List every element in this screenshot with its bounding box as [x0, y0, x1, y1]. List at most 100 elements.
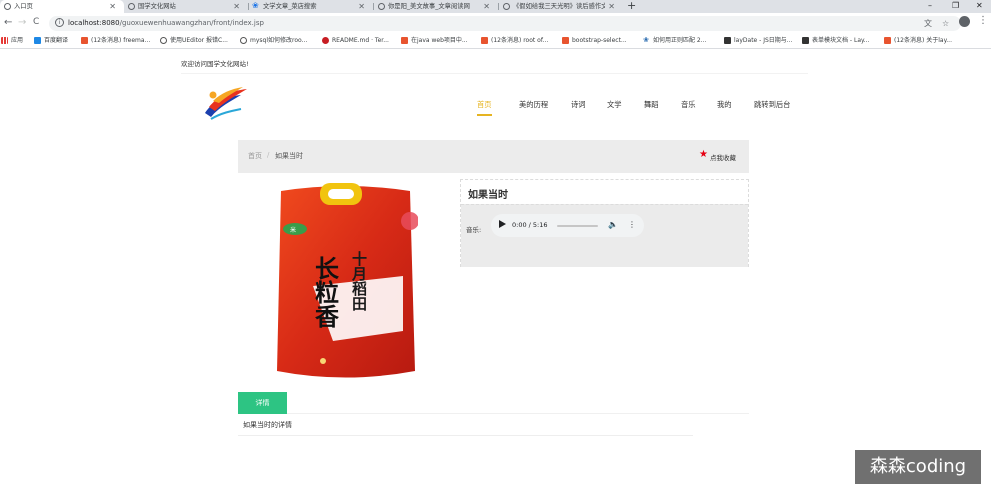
- bookmark-label: 百度翻译: [44, 37, 69, 44]
- translate-icon: [34, 37, 41, 44]
- bookmark-item[interactable]: (12条消息) 关于lay...: [884, 33, 952, 49]
- more-icon[interactable]: ⋮: [628, 219, 636, 231]
- nav-item-poetry[interactable]: 诗词: [571, 96, 586, 114]
- welcome-text: 欢迎访问国学文化网站!: [181, 60, 249, 68]
- bag-top-text: 十月稻田: [350, 250, 368, 312]
- url-host: localhost:8080: [68, 19, 120, 27]
- tab-detail[interactable]: 详情: [238, 392, 287, 414]
- bookmark-item[interactable]: (12条消息) root of...: [481, 33, 548, 49]
- paw-icon: ❀: [643, 36, 649, 44]
- browser-tab[interactable]: ❀ 文学文章_菜店搜索 ✕: [249, 0, 373, 13]
- nav-item-music[interactable]: 音乐: [681, 96, 696, 114]
- back-button[interactable]: ←: [4, 16, 12, 29]
- browser-tab[interactable]: 国学文化网站 ✕: [124, 0, 248, 13]
- browser-toolbar: ← → C i localhost:8080/guoxuewenhuawangz…: [0, 13, 991, 33]
- detail-body: 音乐: 0:00 / 5:16 🔈 ⋮: [461, 204, 748, 267]
- globe-icon: [4, 3, 11, 10]
- paw-icon: ❀: [252, 1, 259, 10]
- profile-avatar[interactable]: [959, 16, 970, 27]
- bookmark-item[interactable]: bootstrap-select...: [562, 33, 627, 49]
- bookmark-item[interactable]: mysql如何修改roo...: [240, 33, 307, 49]
- close-icon[interactable]: ✕: [483, 0, 490, 13]
- browser-tab-strip: 入口页 ✕ 国学文化网站 ✕ ❀ 文学文章_菜店搜索 ✕ 你是阳_美文故事_文章…: [0, 0, 991, 13]
- bookmark-item[interactable]: 在java web项目中...: [401, 33, 468, 49]
- bookmark-label: mysql如何修改roo...: [250, 37, 308, 44]
- translate-icon[interactable]: 文: [924, 18, 932, 29]
- play-icon[interactable]: [499, 220, 506, 228]
- breadcrumb-current: 如果当时: [275, 152, 303, 160]
- nav-item-mine[interactable]: 我的: [717, 96, 732, 114]
- maximize-button[interactable]: ❐: [952, 0, 959, 12]
- bookmarks-bar: 应用 百度翻译 (12条消息) freema... 使用UEditor 报错C.…: [0, 33, 991, 49]
- info-icon[interactable]: i: [55, 18, 64, 27]
- new-tab-button[interactable]: +: [627, 0, 636, 12]
- browser-tab[interactable]: 你是阳_美文故事_文章阅读网 ✕: [374, 0, 498, 13]
- address-bar[interactable]: i localhost:8080/guoxuewenhuawangzhan/fr…: [49, 16, 961, 31]
- breadcrumb-home[interactable]: 首页: [248, 151, 262, 161]
- volume-icon[interactable]: 🔈: [608, 219, 618, 231]
- bookmark-label: 表单模块文档 - Lay...: [812, 37, 870, 44]
- bookmark-item[interactable]: (12条消息) freema...: [81, 33, 150, 49]
- layui-icon: [724, 37, 731, 44]
- bookmark-label: 应用: [11, 37, 24, 44]
- nav-item-beauty-history[interactable]: 美的历程: [519, 96, 548, 114]
- bookmark-item[interactable]: 百度翻译: [34, 33, 68, 49]
- logo-dot: [209, 91, 217, 99]
- bookmark-apps[interactable]: 应用: [1, 33, 23, 49]
- tab-title: 国学文化网站: [138, 3, 176, 10]
- bookmark-label: (12条消息) freema...: [91, 37, 151, 44]
- forward-button[interactable]: →: [18, 16, 26, 29]
- tab-bar: [238, 392, 749, 414]
- nav-item-dance[interactable]: 舞蹈: [644, 96, 659, 114]
- audio-time: 0:00 / 5:16: [512, 221, 548, 229]
- tab-content: 如果当时的详情: [238, 414, 693, 436]
- csdn-icon: [481, 37, 488, 44]
- browser-tab[interactable]: 《假如给我三天光明》读后感作文 ✕: [499, 0, 623, 13]
- reload-button[interactable]: C: [33, 16, 39, 29]
- nav-item-home[interactable]: 首页: [477, 96, 492, 116]
- url-path: /guoxuewenhuawangzhan/front/index.jsp: [119, 19, 264, 27]
- favorite-button[interactable]: 点我收藏: [710, 152, 736, 162]
- csdn-icon: [401, 37, 408, 44]
- bookmark-label: 使用UEditor 报错C...: [170, 37, 228, 44]
- web-icon: [160, 37, 167, 44]
- bookmark-label: layDate - JS日期与...: [734, 37, 793, 44]
- music-label: 音乐:: [466, 226, 482, 234]
- globe-icon: [378, 3, 385, 10]
- layui-icon: [802, 37, 809, 44]
- bag-main-text: 长粒香: [311, 256, 340, 328]
- browser-tab[interactable]: 入口页 ✕: [0, 0, 124, 13]
- star-icon[interactable]: ☆: [942, 18, 949, 29]
- gitee-icon: [322, 37, 329, 44]
- star-icon[interactable]: ★: [699, 150, 708, 160]
- tab-title: 文学文章_菜店搜索: [263, 3, 317, 10]
- menu-icon[interactable]: ⋮: [978, 14, 988, 27]
- detail-content-text: 如果当时的详情: [243, 421, 292, 429]
- bookmark-item[interactable]: 使用UEditor 报错C...: [160, 33, 228, 49]
- bookmark-item[interactable]: layDate - JS日期与...: [724, 33, 793, 49]
- nav-item-literature[interactable]: 文学: [607, 96, 622, 114]
- bookmark-label: README.md · Ter...: [332, 37, 389, 44]
- audio-player[interactable]: 0:00 / 5:16 🔈 ⋮: [491, 214, 644, 237]
- breadcrumb-separator: /: [267, 151, 270, 159]
- bookmark-label: bootstrap-select...: [572, 37, 627, 44]
- close-icon[interactable]: ✕: [233, 0, 240, 13]
- site-logo[interactable]: [201, 83, 249, 121]
- bookmark-item[interactable]: README.md · Ter...: [322, 33, 389, 49]
- csdn-icon: [81, 37, 88, 44]
- bookmark-label: 如何用正则匹配 2...: [653, 37, 707, 44]
- close-icon[interactable]: ✕: [358, 0, 365, 13]
- bookmark-item[interactable]: ❀ 如何用正则匹配 2...: [643, 33, 706, 49]
- tab-title: 你是阳_美文故事_文章阅读网: [388, 3, 470, 10]
- close-icon[interactable]: ✕: [608, 0, 615, 13]
- close-icon[interactable]: ✕: [109, 0, 116, 13]
- close-window-button[interactable]: ✕: [976, 0, 983, 12]
- detail-title: 如果当时: [468, 190, 508, 201]
- bookmark-item[interactable]: 表单模块文档 - Lay...: [802, 33, 869, 49]
- audio-progress-track[interactable]: [557, 225, 598, 227]
- brand-logo-text: 米: [290, 226, 296, 234]
- nav-item-admin[interactable]: 跳转到后台: [754, 96, 790, 114]
- bookmark-label: 在java web项目中...: [411, 37, 468, 44]
- bag-handle-hole: [328, 189, 354, 199]
- minimize-button[interactable]: –: [928, 0, 932, 12]
